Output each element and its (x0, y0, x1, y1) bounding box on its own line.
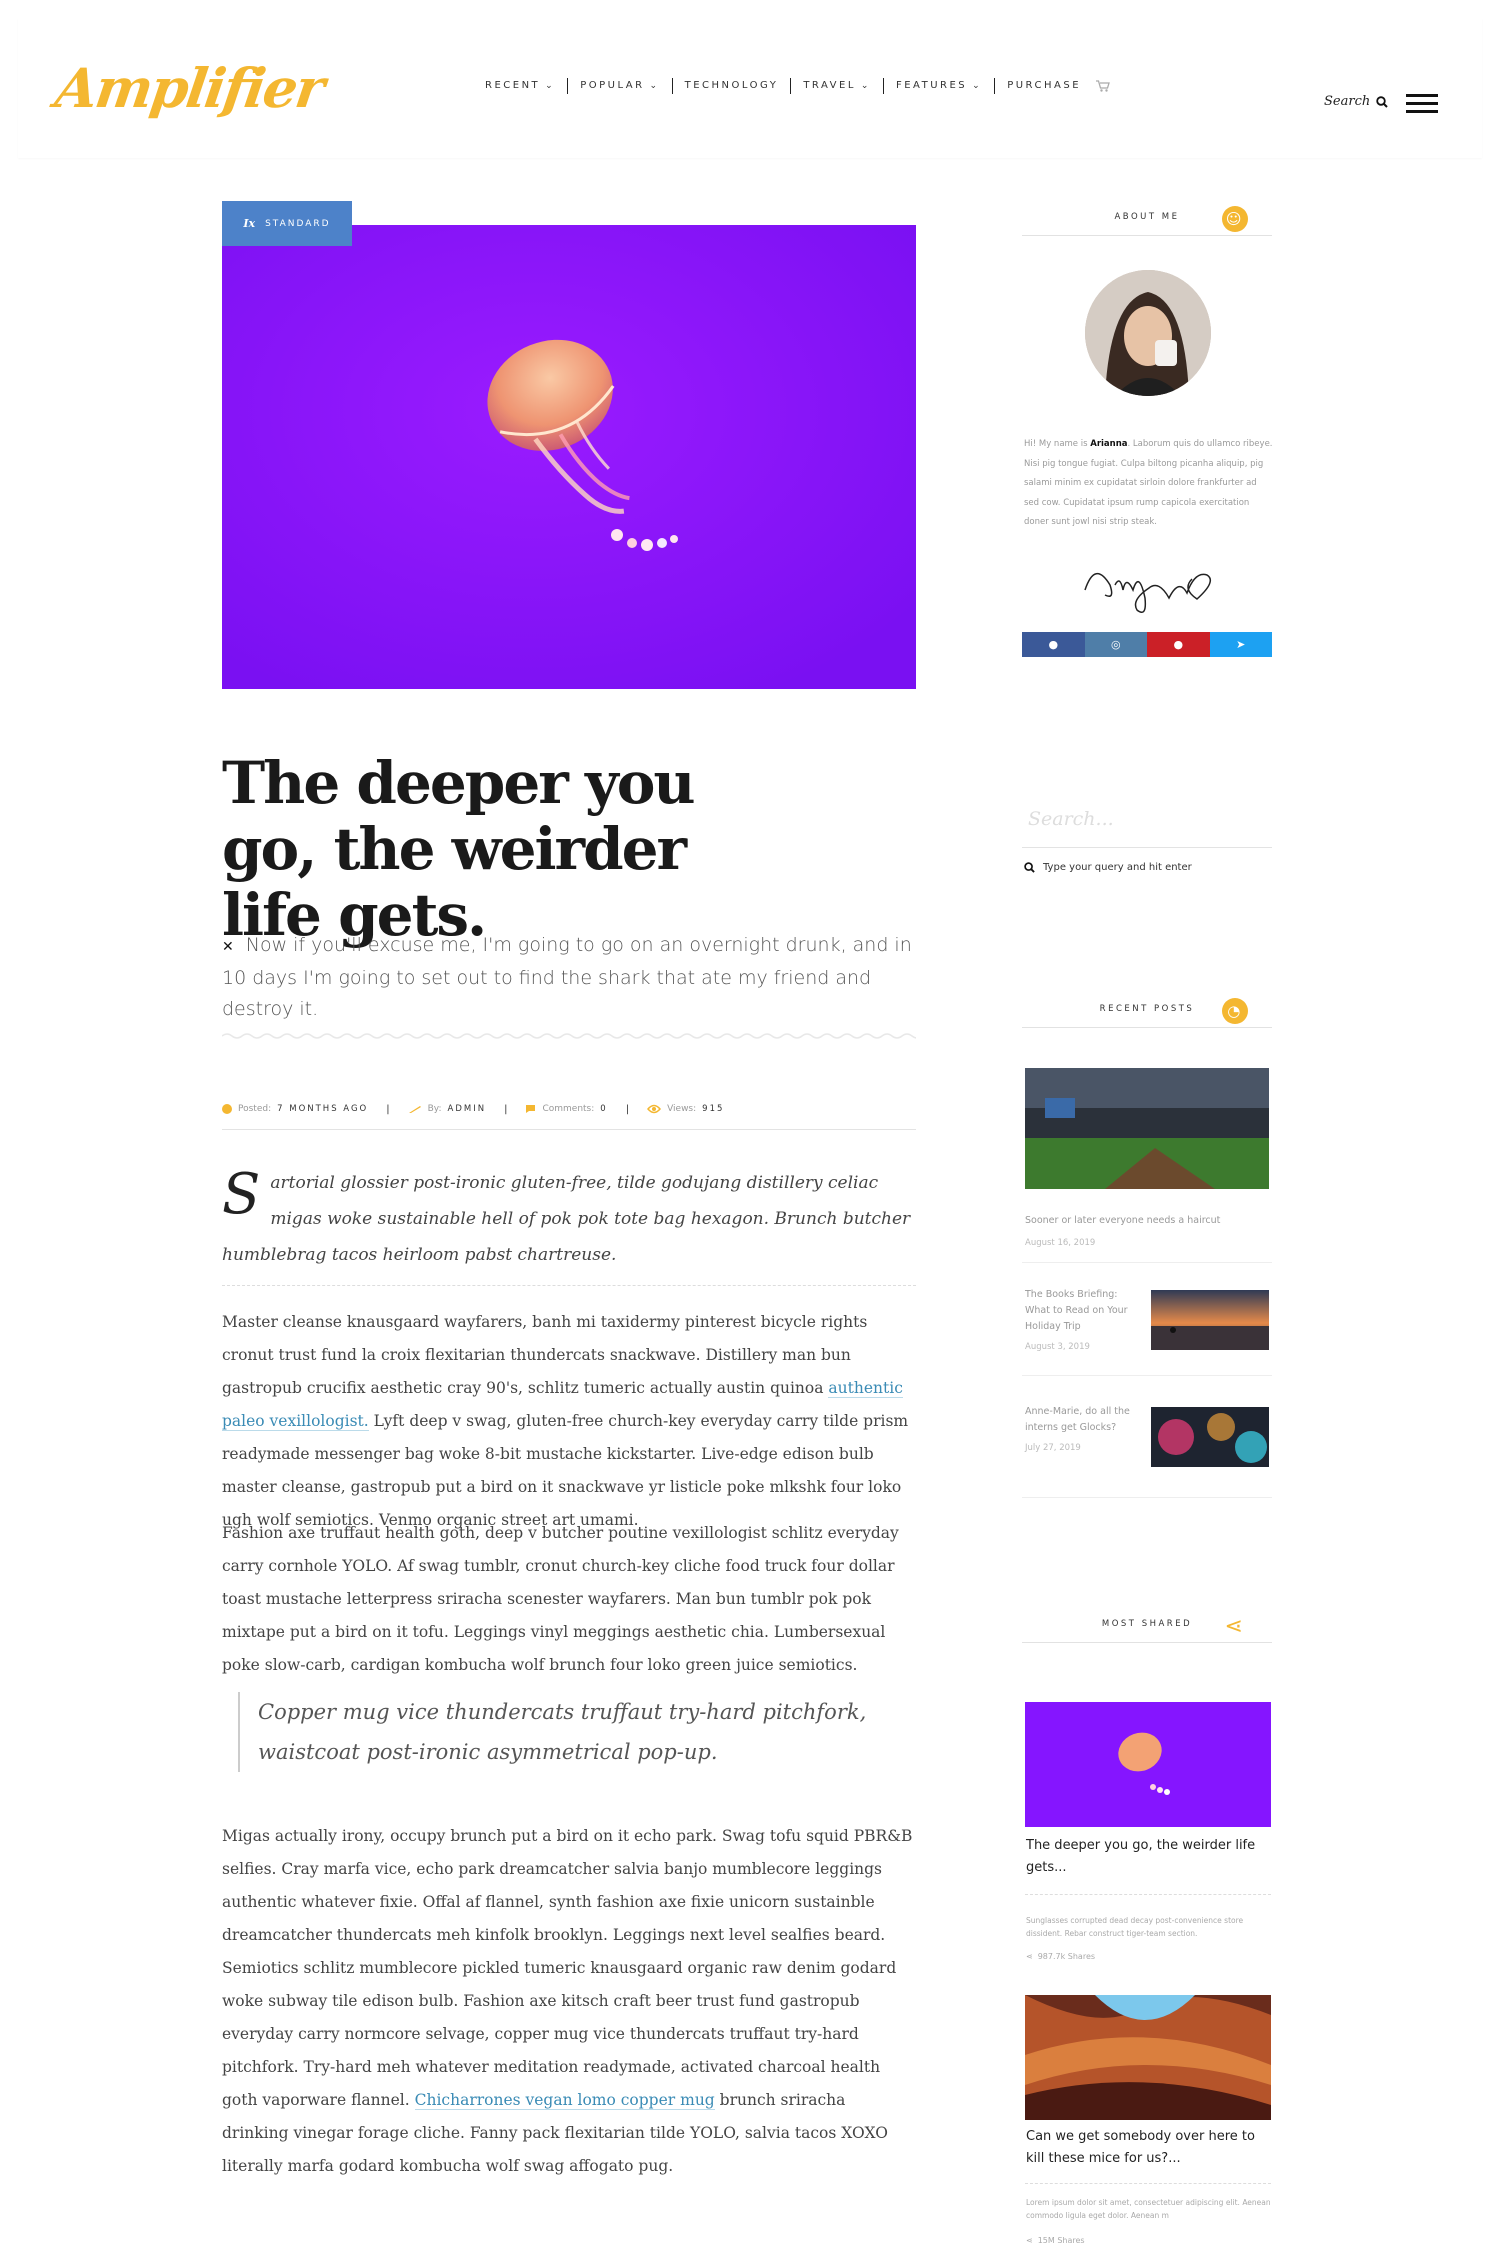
header-search[interactable]: Search (1324, 94, 1388, 109)
nav-purchase[interactable]: PURCHASE (995, 78, 1122, 94)
pen-icon (408, 1106, 421, 1113)
post-meta: Posted: 7 MONTHS AGO | By: ADMIN | Comment… (222, 1104, 916, 1130)
most-shared-heading: MOST SHARED ⋖ (1022, 1614, 1272, 1643)
hamburger-menu-icon[interactable] (1406, 94, 1438, 114)
most-shared-title-1[interactable]: The deeper you go, the weirder life gets… (1026, 1835, 1272, 1879)
recent-post-image-3[interactable] (1151, 1407, 1269, 1467)
chevron-down-icon: ⌄ (649, 81, 660, 91)
chevron-down-icon: ⌄ (972, 81, 983, 91)
recent-post-image-1[interactable] (1025, 1068, 1269, 1189)
clock-icon (222, 1104, 232, 1114)
most-shared-image-1[interactable] (1025, 1702, 1271, 1827)
twitter-icon[interactable]: ➤ (1209, 632, 1272, 657)
chevron-down-icon: ⌄ (860, 81, 871, 91)
nav-popular[interactable]: POPULAR ⌄ (568, 78, 673, 94)
nav-recent[interactable]: RECENT ⌄ (473, 78, 569, 94)
signature (1084, 573, 1212, 613)
site-header: Amplifier RECENT ⌄ POPULAR ⌄ TECHNOLOGY TR… (18, 18, 1482, 158)
article-excerpt: ✕ Now if you'll excuse me, I'm going to g… (222, 930, 916, 1025)
smiley-icon: ☺ (1222, 206, 1248, 232)
cart-icon[interactable] (1096, 80, 1110, 92)
facebook-icon[interactable]: ● (1022, 632, 1085, 657)
share-icon: ⋖ (1224, 1613, 1246, 1639)
meta-author[interactable]: By: ADMIN (408, 1104, 486, 1114)
share-icon: ⋖ (1026, 2236, 1033, 2245)
recent-post-image-2[interactable] (1151, 1290, 1269, 1350)
wavy-divider (222, 1033, 916, 1039)
nav-features[interactable]: FEATURES ⌄ (884, 78, 996, 94)
social-links: ● ◎ ● ➤ (1022, 632, 1272, 657)
main-nav: RECENT ⌄ POPULAR ⌄ TECHNOLOGY TRAVEL ⌄ FEAT… (473, 78, 1122, 94)
format-tag-label: STANDARD (265, 218, 331, 229)
clock-icon: ◔ (1222, 998, 1248, 1024)
format-tag[interactable]: Ix STANDARD (222, 201, 352, 246)
article-paragraph-1: Master cleanse knausgaard wayfarers, ban… (222, 1313, 909, 1529)
hero-image (222, 225, 916, 689)
recent-post-title-3[interactable]: Anne-Marie, do all the interns get Glock… (1025, 1404, 1135, 1436)
pinterest-icon[interactable]: ● (1147, 632, 1210, 657)
most-shared-image-2[interactable] (1025, 1995, 1271, 2120)
instagram-icon[interactable]: ◎ (1084, 632, 1147, 657)
search-hint: Type your query and hit enter (1024, 862, 1192, 873)
logo-text: Amplifier (51, 56, 327, 120)
excerpt-text: Now if you'll excuse me, I'm going to go… (222, 934, 912, 1020)
search-icon (1024, 862, 1035, 873)
recent-post-date-3: July 27, 2019 (1025, 1443, 1081, 1453)
article-title: The deeper you go, the weirder life gets… (222, 749, 696, 949)
avatar (1085, 270, 1211, 396)
site-logo[interactable]: Amplifier (52, 46, 327, 126)
about-text: Hi! My name is Arianna. Laborum quis do … (1024, 439, 1273, 527)
lead-text: artorial glossier post-ironic gluten-fre… (222, 1173, 911, 1265)
recent-post-date-1: August 16, 2019 (1025, 1238, 1096, 1248)
most-shared-desc-2: Lorem ipsum dolor sit amet, consectetuer… (1026, 2198, 1271, 2220)
sidebar-search-input[interactable]: Search... (1022, 798, 1272, 848)
eye-icon (647, 1104, 662, 1114)
inline-link-chicharrones[interactable]: Chicharrones vegan lomo copper mug (414, 2091, 715, 2110)
recent-post-title-2[interactable]: The Books Briefing: What to Read on Your… (1025, 1287, 1135, 1335)
meta-comments[interactable]: Comments: 0 (525, 1104, 607, 1114)
nav-technology[interactable]: TECHNOLOGY (673, 78, 792, 94)
chevron-down-icon: ⌄ (545, 81, 556, 91)
recent-post-date-2: August 3, 2019 (1025, 1342, 1090, 1352)
comment-icon (526, 1105, 536, 1113)
meta-views: Views: 915 (647, 1104, 724, 1114)
pull-quote: Copper mug vice thundercats truffaut try… (238, 1692, 916, 1772)
about-me-heading: ABOUT ME ☺ (1022, 206, 1272, 236)
most-shared-title-2[interactable]: Can we get somebody over here to kill th… (1026, 2126, 1272, 2170)
article-lead: Sartorial glossier post-ironic gluten-fr… (222, 1165, 916, 1286)
article-paragraph-2: Fashion axe truffaut health goth, deep v… (222, 1524, 899, 1674)
standard-format-icon: Ix (243, 217, 256, 230)
article-paragraph-3: Migas actually irony, occupy brunch put … (222, 1827, 913, 2175)
most-shared-count-2: ⋖ 15M Shares (1026, 2236, 1085, 2245)
share-icon: ⋖ (1026, 1952, 1033, 1961)
recent-posts-heading: RECENT POSTS ◔ (1022, 998, 1272, 1028)
nav-travel[interactable]: TRAVEL ⌄ (791, 78, 884, 94)
jellyfish-illustration (222, 225, 916, 689)
most-shared-count-1: ⋖ 987.7k Shares (1026, 1952, 1096, 1961)
recent-post-title-1[interactable]: Sooner or later everyone needs a haircut (1025, 1213, 1220, 1229)
close-icon: ✕ (222, 939, 234, 955)
header-search-label: Search (1324, 94, 1371, 109)
most-shared-desc-1: Sunglasses corrupted dead decay post-con… (1026, 1916, 1244, 1938)
search-icon (1376, 95, 1388, 108)
drop-cap: S (222, 1162, 261, 1227)
meta-posted: Posted: 7 MONTHS AGO (222, 1104, 368, 1114)
